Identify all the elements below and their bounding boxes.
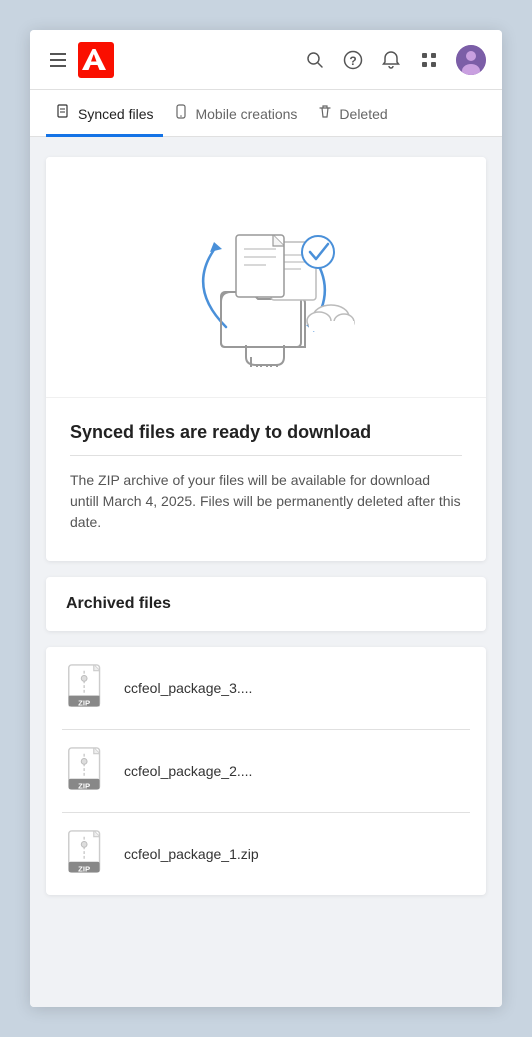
list-item[interactable]: ZIP ccfeol_package_3....: [46, 647, 486, 729]
tab-mobile-label: Mobile creations: [195, 106, 297, 122]
zip-file-icon: ZIP: [66, 663, 110, 713]
info-area: Synced files are ready to download The Z…: [46, 397, 486, 561]
svg-text:ZIP: ZIP: [78, 781, 90, 790]
archived-files-header: Archived files: [46, 577, 486, 631]
adobe-logo[interactable]: [78, 42, 114, 78]
apps-icon[interactable]: [418, 49, 440, 71]
tab-mobile[interactable]: Mobile creations: [163, 90, 307, 137]
header-right: ?: [304, 45, 486, 75]
tabs-bar: Synced files Mobile creations Deleted: [30, 90, 502, 137]
info-divider: [70, 455, 462, 456]
archived-title: Archived files: [66, 595, 466, 613]
mobile-tab-icon: [173, 104, 189, 124]
info-title: Synced files are ready to download: [70, 422, 462, 443]
info-text: The ZIP archive of your files will be av…: [70, 470, 462, 533]
notifications-icon[interactable]: [380, 49, 402, 71]
list-item[interactable]: ZIP ccfeol_package_1.zip: [46, 813, 486, 895]
tab-synced-label: Synced files: [78, 106, 153, 122]
file-list: ZIP ccfeol_package_3.... ZIP: [46, 647, 486, 895]
synced-files-card: Synced files are ready to download The Z…: [46, 157, 486, 561]
file-name-2: ccfeol_package_2....: [124, 763, 252, 779]
zip-file-icon: ZIP: [66, 829, 110, 879]
avatar[interactable]: [456, 45, 486, 75]
file-name-3: ccfeol_package_3....: [124, 680, 252, 696]
header-left: [46, 42, 114, 78]
tab-deleted-label: Deleted: [339, 106, 387, 122]
svg-text:?: ?: [349, 54, 356, 68]
list-item[interactable]: ZIP ccfeol_package_2....: [46, 730, 486, 812]
file-name-1: ccfeol_package_1.zip: [124, 846, 259, 862]
menu-icon[interactable]: [46, 49, 70, 71]
svg-text:ZIP: ZIP: [78, 698, 90, 707]
zip-file-icon: ZIP: [66, 746, 110, 796]
search-icon[interactable]: [304, 49, 326, 71]
svg-text:ZIP: ZIP: [78, 864, 90, 873]
synced-tab-icon: [56, 104, 72, 124]
illustration-area: [46, 157, 486, 397]
content-area: Synced files are ready to download The Z…: [30, 137, 502, 1007]
help-icon[interactable]: ?: [342, 49, 364, 71]
tab-synced[interactable]: Synced files: [46, 90, 163, 137]
app-window: ?: [30, 30, 502, 1007]
header: ?: [30, 30, 502, 90]
tab-deleted[interactable]: Deleted: [307, 90, 397, 137]
deleted-tab-icon: [317, 104, 333, 124]
